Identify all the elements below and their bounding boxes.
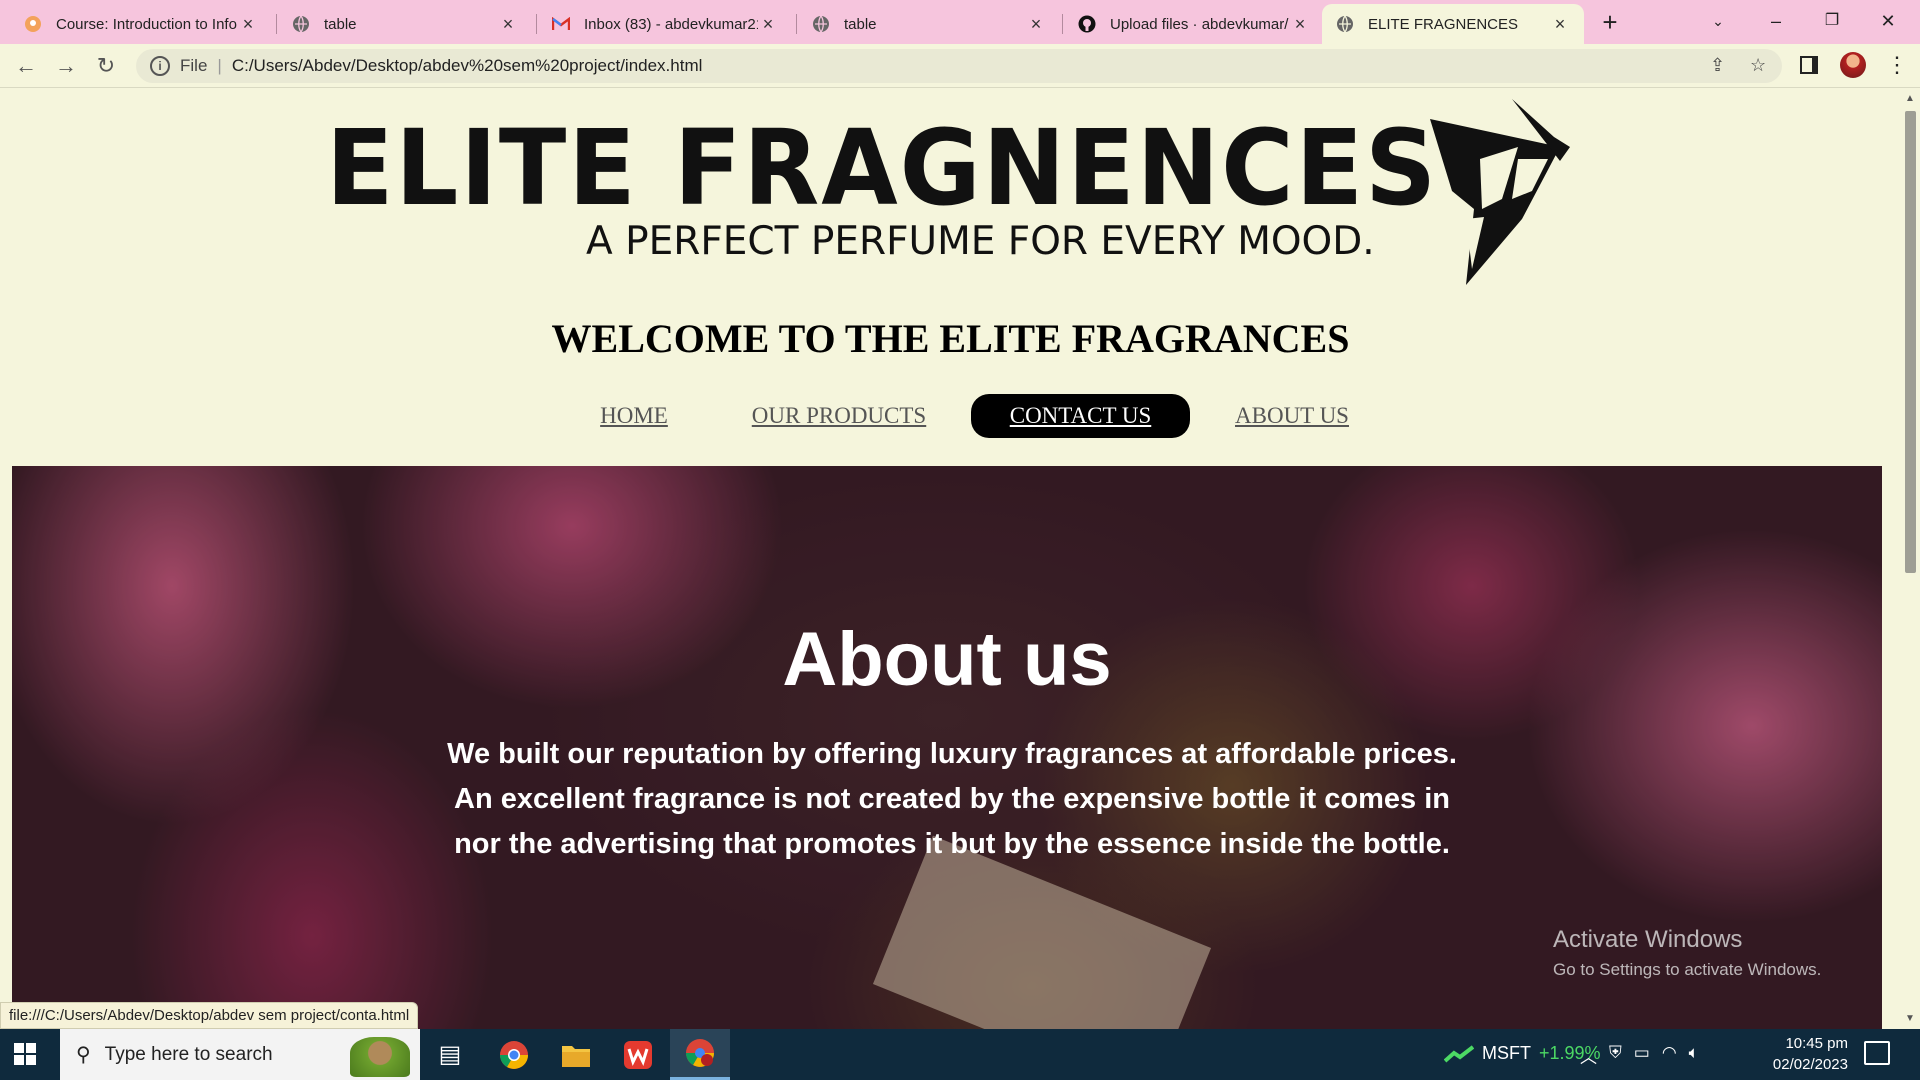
side-panel-icon[interactable] — [1800, 56, 1818, 74]
close-icon[interactable]: × — [498, 14, 518, 35]
chrome-icon[interactable] — [484, 1029, 544, 1080]
tab-title: table — [844, 15, 877, 33]
stock-ticker: MSFT — [1482, 1043, 1531, 1063]
browser-toolbar: ← → ↻ i File | C:/Users/Abdev/Desktop/ab… — [0, 44, 1920, 88]
system-tray: ︿ ⛨ ▭ ◠ 🔈︎ — [1580, 1043, 1699, 1068]
forward-button[interactable]: → — [52, 52, 80, 80]
close-icon[interactable]: × — [758, 14, 778, 35]
chevron-up-icon[interactable]: ︿ — [1580, 1043, 1597, 1068]
notification-icon[interactable] — [1864, 1041, 1890, 1065]
stock-up-icon — [1444, 1044, 1474, 1062]
close-icon[interactable]: × — [1290, 14, 1310, 35]
tab-table-1[interactable]: table × — [278, 4, 532, 44]
gmail-icon — [552, 15, 570, 33]
tab-course[interactable]: Course: Introduction to Info × — [10, 4, 272, 44]
tab-divider — [536, 14, 537, 34]
bookmark-star-icon[interactable]: ☆ — [1750, 55, 1766, 76]
tab-divider — [796, 14, 797, 34]
task-view-icon[interactable]: ▤ — [420, 1029, 480, 1080]
tab-table-2[interactable]: table × — [798, 4, 1060, 44]
close-icon[interactable]: × — [1550, 14, 1570, 35]
tab-divider — [1062, 14, 1063, 34]
logo-emblem-icon — [1430, 99, 1570, 285]
close-icon[interactable]: × — [1026, 14, 1046, 35]
volume-icon[interactable]: 🔈︎ — [1689, 1043, 1699, 1068]
restore-button[interactable]: ❐ — [1810, 6, 1854, 36]
tab-strip: Course: Introduction to Info × table × I… — [0, 0, 1920, 44]
profile-avatar[interactable] — [1840, 52, 1866, 78]
wifi-icon[interactable]: ◠ — [1662, 1043, 1677, 1068]
taskbar-search-placeholder: Type here to search — [104, 1043, 273, 1065]
tab-search-icon[interactable]: ⌄ — [1696, 6, 1740, 36]
github-icon — [1078, 15, 1096, 33]
nav-contact-us[interactable]: CONTACT US — [971, 394, 1190, 438]
address-url[interactable]: C:/Users/Abdev/Desktop/abdev%20sem%20pro… — [232, 56, 703, 76]
about-hero: About us We built our reputation by offe… — [12, 466, 1882, 1029]
watermark-line1: Activate Windows — [1553, 926, 1743, 953]
menu-kebab-icon[interactable]: ⋮ — [1886, 50, 1908, 80]
welcome-heading: WELCOME TO THE ELITE FRAGRANCES — [551, 316, 1350, 361]
scroll-up-icon[interactable]: ▲ — [1905, 93, 1915, 104]
clock-date: 02/02/2023 — [1772, 1056, 1848, 1073]
search-icon: ⚲ — [76, 1044, 91, 1066]
defender-icon[interactable]: ⛨ — [1609, 1043, 1622, 1068]
reload-button[interactable]: ↻ — [92, 52, 120, 80]
globe-icon — [812, 15, 830, 33]
tab-divider — [276, 14, 277, 34]
page-viewport: ELITE FRAGNENCES A PERFECT PERFUME FOR E… — [0, 89, 1901, 1029]
new-tab-button[interactable]: + — [1595, 8, 1625, 38]
nav-about-us[interactable]: ABOUT US — [1226, 394, 1358, 438]
nav-home[interactable]: HOME — [586, 394, 682, 438]
windows-start-icon[interactable] — [14, 1043, 36, 1065]
wps-office-icon[interactable] — [608, 1029, 668, 1080]
about-heading: About us — [782, 617, 1112, 702]
info-icon[interactable]: i — [150, 56, 170, 76]
tab-title: ELITE FRAGNENCES — [1368, 15, 1519, 33]
file-explorer-icon[interactable] — [546, 1029, 606, 1080]
address-divider: | — [217, 56, 222, 75]
logo-tagline: A PERFECT PERFUME FOR EVERY MOOD. — [586, 219, 1375, 264]
scrollbar-thumb[interactable] — [1905, 111, 1916, 573]
scroll-down-icon[interactable]: ▼ — [1905, 1013, 1915, 1024]
tab-title: Inbox (83) - abdevkumar21 — [584, 15, 758, 33]
moodle-icon — [24, 15, 42, 33]
globe-icon — [292, 15, 310, 33]
stock-widget[interactable]: MSFT +1.99% — [1444, 1043, 1601, 1064]
clock-time: 10:45 pm — [1785, 1035, 1848, 1052]
close-window-button[interactable]: ✕ — [1866, 6, 1910, 36]
tab-elite-fragnences[interactable]: ELITE FRAGNENCES × — [1322, 4, 1584, 44]
taskbar-clock[interactable]: 10:45 pm 02/02/2023 — [1756, 1033, 1848, 1075]
windows-taskbar: ⚲ Type here to search ▤ MSFT +1.99% ︿ ⛨ … — [0, 1029, 1920, 1080]
brand-logo: ELITE FRAGNENCES A PERFECT PERFUME FOR E… — [326, 99, 1576, 289]
activate-windows-watermark: Activate Windows Go to Settings to activ… — [1553, 926, 1821, 980]
tab-title: Upload files · abdevkumar/ — [1110, 15, 1289, 33]
tab-github[interactable]: Upload files · abdevkumar/ × — [1064, 4, 1324, 44]
close-icon[interactable]: × — [238, 14, 258, 35]
taskbar-search[interactable]: ⚲ Type here to search — [60, 1029, 420, 1080]
tab-gmail[interactable]: Inbox (83) - abdevkumar21 × — [538, 4, 792, 44]
chrome-profile-icon[interactable] — [670, 1029, 730, 1080]
nav-our-products[interactable]: OUR PRODUCTS — [748, 394, 930, 438]
back-button[interactable]: ← — [12, 52, 40, 80]
page-scrollbar[interactable]: ▲ ▼ — [1901, 89, 1920, 1029]
tab-title: table — [324, 15, 357, 33]
share-icon[interactable]: ⇪ — [1710, 55, 1725, 76]
address-bar[interactable]: i File | C:/Users/Abdev/Desktop/abdev%20… — [136, 49, 1782, 83]
tab-title: Course: Introduction to Info — [56, 15, 237, 33]
watermark-line2: Go to Settings to activate Windows. — [1553, 960, 1822, 979]
minimize-button[interactable]: – — [1754, 6, 1798, 36]
status-url-bubble: file:///C:/Users/Abdev/Desktop/abdev sem… — [0, 1002, 419, 1029]
address-scheme: File — [180, 56, 208, 75]
logo-title: ELITE FRAGNENCES — [326, 107, 1439, 229]
search-highlight-image — [350, 1037, 410, 1077]
battery-icon[interactable]: ▭ — [1634, 1043, 1650, 1068]
globe-icon — [1336, 15, 1354, 33]
about-text: We built our reputation by offering luxu… — [447, 738, 1457, 860]
